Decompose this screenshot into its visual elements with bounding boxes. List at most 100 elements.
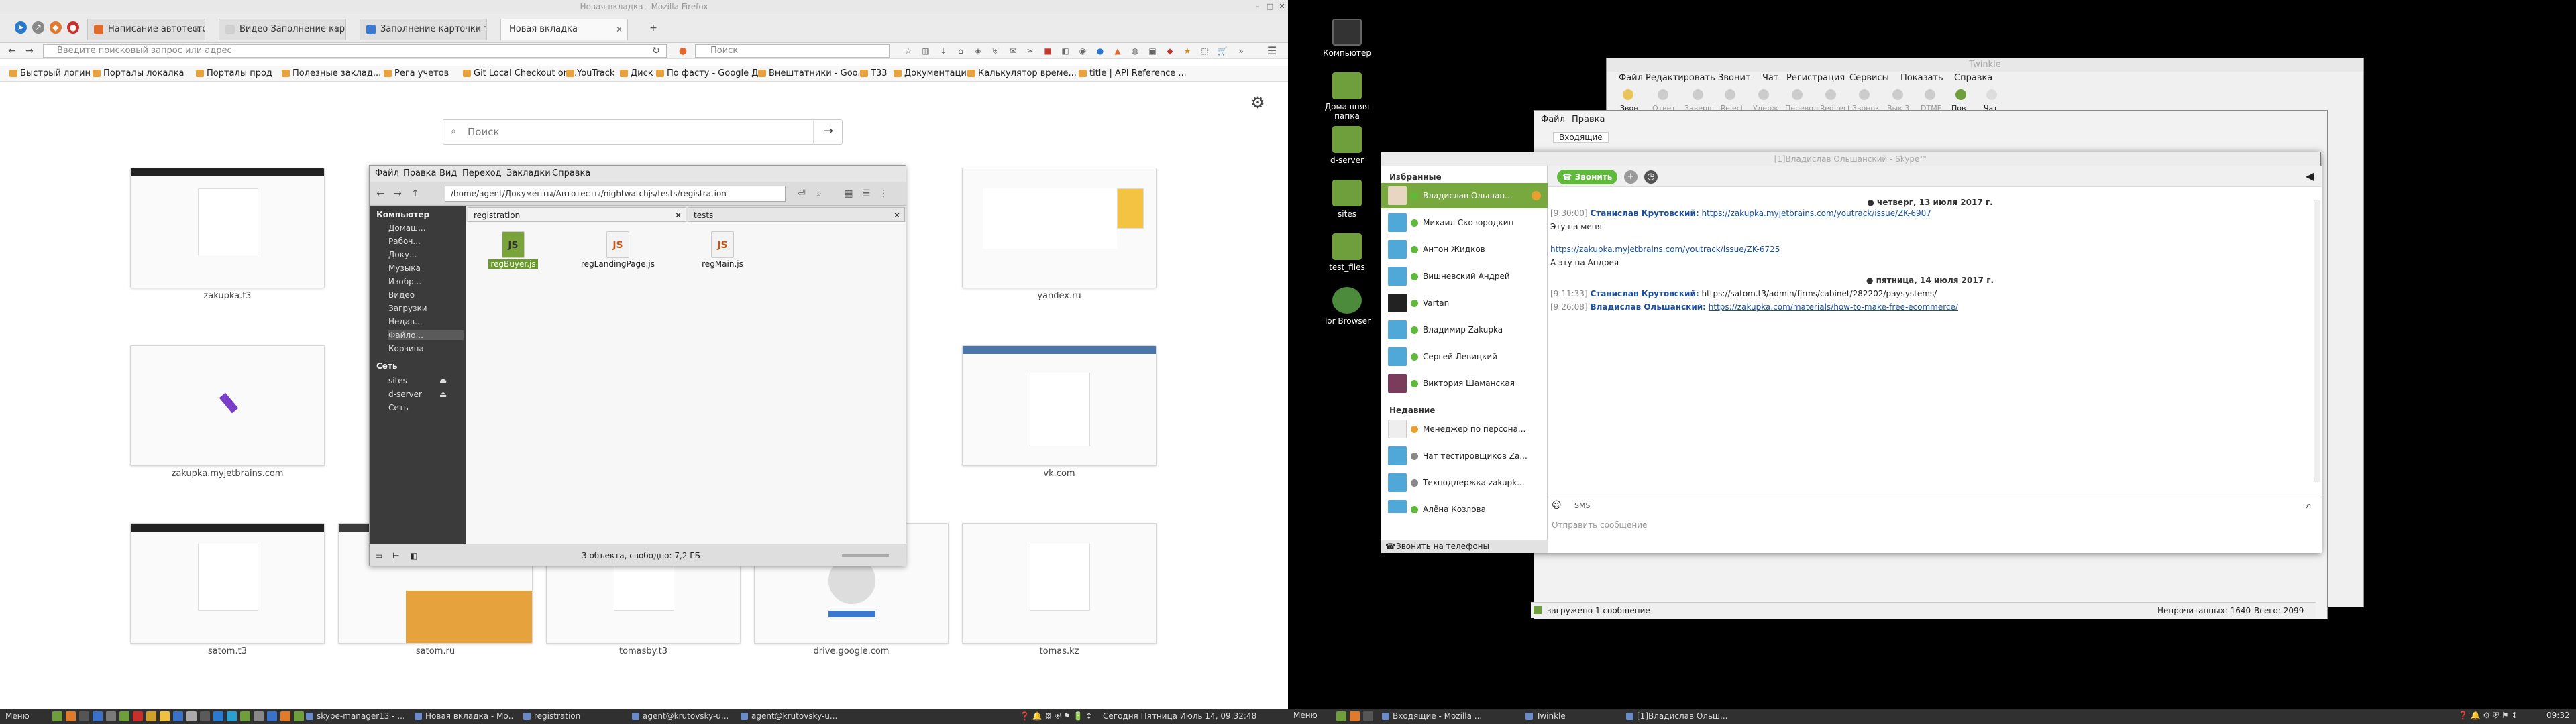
star-icon[interactable] — [160, 711, 170, 721]
close-icon[interactable]: ✕ — [894, 208, 900, 223]
star-icon[interactable]: ☆ — [903, 46, 914, 56]
quicklaunch-icon[interactable] — [280, 711, 290, 721]
desktop-icon-tor[interactable]: Tor Browser — [1320, 287, 1374, 326]
overflow-icon[interactable]: » — [1236, 46, 1246, 56]
quicklaunch-icon[interactable] — [254, 711, 264, 721]
external-icon[interactable]: ↗ — [32, 21, 44, 34]
clock[interactable]: 09:32 — [2546, 711, 2570, 720]
top-site-tile[interactable]: zakupka.myjetbrains.com — [130, 345, 325, 486]
addon-orange-icon[interactable]: ▲ — [1112, 46, 1123, 56]
menu-item[interactable]: Регистрация — [1786, 72, 1845, 85]
search-go-button[interactable]: → — [813, 119, 843, 145]
contact-item[interactable]: Виктория Шаманская — [1381, 371, 1548, 396]
minimize-icon[interactable]: – — [1253, 2, 1263, 11]
redirect-icon[interactable] — [1825, 89, 1836, 100]
taskbar-item[interactable]: agent@krutovsky-u... — [629, 710, 730, 723]
quicklaunch-icon[interactable] — [173, 711, 183, 721]
file-item[interactable]: JS regLandingPage.js — [578, 231, 658, 272]
menu-button[interactable]: Меню — [5, 709, 30, 724]
call-icon[interactable] — [1623, 89, 1633, 100]
contact-item[interactable]: Владимир Zakupka — [1381, 317, 1548, 343]
sidebar-item[interactable]: Видео — [388, 290, 464, 300]
addon-blue-icon[interactable]: ● — [1095, 46, 1106, 56]
up-icon[interactable]: ↑ — [409, 187, 422, 200]
tab-new[interactable]: Новая вкладка ✕ — [500, 19, 628, 40]
top-site-tile[interactable]: yandex.ru — [962, 168, 1157, 308]
contact-item[interactable]: Vartan — [1381, 290, 1548, 316]
taskbar-item[interactable]: Новая вкладка - Мо... — [412, 710, 513, 723]
bookmark-link[interactable]: YouTrack — [565, 66, 614, 82]
contact-item[interactable]: Алёна Козлова — [1381, 497, 1548, 513]
bookmark-folder[interactable]: Рега учетов — [382, 66, 449, 82]
tab-autotests[interactable]: Написание автотестов (2✕ — [87, 19, 205, 40]
bookmark-folder[interactable]: Порталы прод — [195, 66, 272, 82]
desktop-icon-home[interactable]: Домашняя папка — [1320, 72, 1374, 121]
top-site-tile[interactable]: zakupka.t3 — [130, 168, 325, 308]
sidebar-item[interactable]: Изобр... — [388, 277, 464, 286]
menu-item[interactable]: Файл — [1619, 72, 1643, 85]
taskbar-item[interactable]: registration — [521, 710, 621, 723]
quicklaunch-icon[interactable] — [294, 711, 304, 721]
contact-item[interactable]: Менеджер по персона... — [1381, 416, 1548, 442]
clock[interactable]: Сегодня Пятница Июль 14, 09:32:48 — [1103, 709, 1256, 724]
menu-item[interactable]: Правка — [1572, 115, 1605, 125]
sidebar-item[interactable]: Корзина — [388, 344, 464, 353]
add-icon[interactable]: + — [1624, 170, 1638, 184]
bookmark-folder[interactable]: Быстрый логин — [8, 66, 91, 82]
newtab-search-input[interactable]: Поиск — [443, 119, 843, 145]
file-item[interactable]: JS regBuyer.js — [473, 231, 553, 272]
desktop-icon-d-server[interactable]: d-server — [1320, 126, 1374, 165]
contact-item[interactable]: Михаил Сковородкин — [1381, 210, 1548, 235]
zoom-slider[interactable] — [842, 554, 889, 557]
transfer-icon[interactable] — [1792, 89, 1803, 100]
sidebar-item[interactable]: sites — [388, 376, 464, 385]
call-phones-button[interactable]: ☎ Звонить на телефоны — [1381, 540, 1548, 553]
sidebar-item[interactable]: Музыка — [388, 263, 464, 273]
bookmark-folder[interactable]: Порталы локалка — [91, 66, 184, 82]
skype-icon[interactable] — [227, 711, 237, 721]
new-tab-icon[interactable]: + — [647, 21, 660, 35]
quicklaunch-icon[interactable] — [186, 711, 197, 721]
fm-tab-tests[interactable]: tests ✕ — [688, 207, 905, 222]
addon-icon[interactable]: ▣ — [1147, 46, 1158, 56]
contact-item[interactable]: Техподдержка zakupk... — [1381, 470, 1548, 495]
bookmark-link[interactable]: Git Local Checkout on... — [462, 66, 577, 82]
fm-menu-edit[interactable]: Правка — [403, 166, 436, 182]
bookmark-folder[interactable]: Полезные заклад... — [280, 66, 381, 82]
tab-close-icon[interactable]: ✕ — [193, 19, 200, 40]
quicklaunch-icon[interactable] — [93, 711, 103, 721]
shield-icon[interactable]: ⛨ — [990, 46, 1001, 56]
msg-link[interactable]: https://zakupka.com/materials/how-to-mak… — [1709, 302, 1958, 312]
menu-item[interactable]: Редактировать — [1646, 72, 1715, 85]
bookmark-link[interactable]: Калькулятор време... — [966, 66, 1077, 82]
screenshot-icon[interactable]: ✂ — [1025, 46, 1036, 56]
menu-item[interactable]: Сервисы — [1849, 72, 1889, 85]
back-icon[interactable]: ← — [5, 44, 19, 58]
clock-icon[interactable]: ◷ — [1644, 170, 1658, 184]
menu-item[interactable]: Показать — [1900, 72, 1943, 85]
sidebar-item[interactable]: Недав... — [388, 317, 464, 326]
emoticon-icon[interactable]: ☺ — [1552, 500, 1562, 511]
library-icon[interactable]: ▥ — [920, 46, 931, 56]
sidebar-item[interactable]: Сеть — [388, 403, 464, 412]
pocket-icon[interactable]: ◈ — [973, 46, 983, 56]
contact-item[interactable]: Чат тестировщиков Za... — [1381, 443, 1548, 469]
fm-menu-view[interactable]: Вид — [439, 166, 457, 182]
message-input[interactable]: Отправить сообщение — [1552, 520, 1647, 530]
pinned-tab-icon[interactable]: ● — [67, 21, 79, 34]
desktop-icon-sites[interactable]: sites — [1320, 180, 1374, 219]
call-button[interactable]: ☎ Звонить — [1557, 170, 1617, 184]
msg-link[interactable]: https://zakupka.myjetbrains.com/youtrack… — [1550, 245, 1780, 254]
addon-icon[interactable]: ◉ — [1077, 46, 1088, 56]
quicklaunch-icon[interactable] — [66, 711, 76, 721]
gear-icon[interactable]: ⚙ — [1249, 94, 1267, 111]
fm-menu-bookmarks[interactable]: Закладки — [506, 166, 551, 182]
close-sidebar-icon[interactable]: ◧ — [410, 544, 417, 567]
conference-icon[interactable] — [1859, 89, 1870, 100]
back-arrow-icon[interactable]: ◀ — [2306, 170, 2314, 182]
quicklaunch-icon[interactable] — [106, 711, 116, 721]
sidebar-item[interactable]: Рабоч... — [388, 237, 464, 246]
addon-icon[interactable]: ✉ — [1008, 46, 1018, 56]
addon-icon[interactable]: ◍ — [1130, 46, 1140, 56]
sms-button[interactable]: SMS — [1574, 501, 1590, 510]
